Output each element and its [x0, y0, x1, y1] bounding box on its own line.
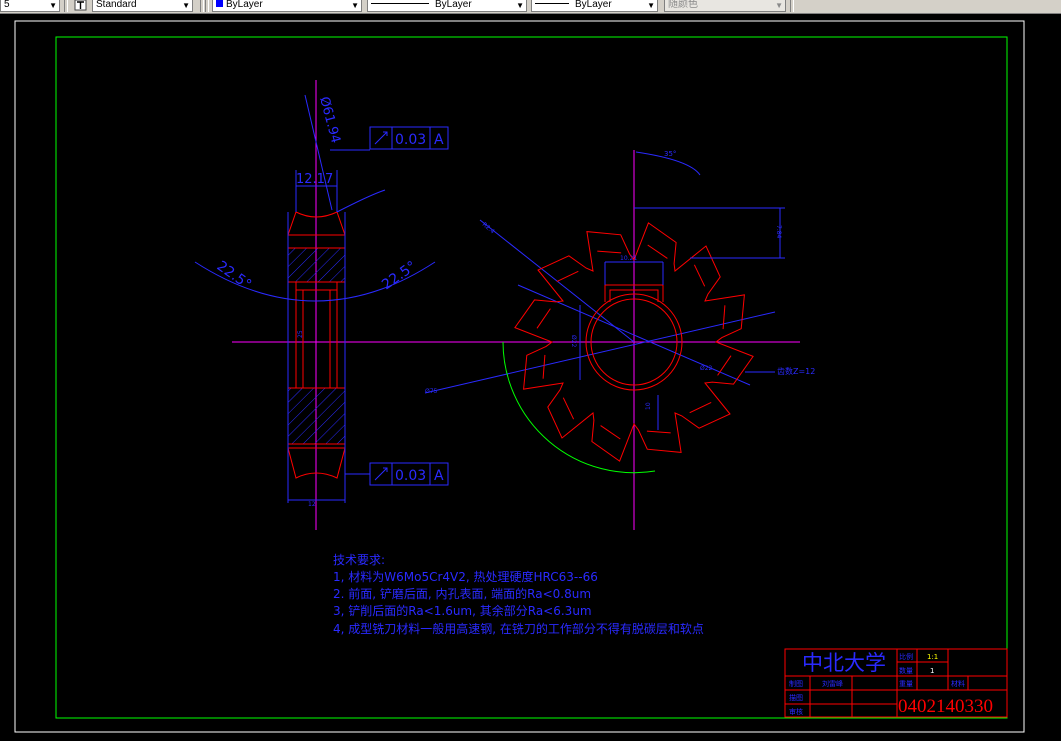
dim-bore: Ø22 — [570, 335, 577, 348]
color-swatch — [216, 0, 223, 7]
tooth-profile-line — [556, 270, 579, 283]
toolbar-separator — [200, 0, 204, 12]
tooth-profile-line — [717, 355, 732, 376]
toolbar-separator — [205, 0, 209, 12]
material-label: 材料 — [951, 679, 965, 688]
text-style-icon[interactable] — [74, 0, 87, 11]
dim-side: 7.84 — [775, 225, 782, 239]
scale-label: 比例 — [899, 652, 913, 661]
drawing-number: 0402140330 — [898, 696, 993, 717]
tolerance-frame-top: 0.03 A — [369, 126, 449, 150]
plotstyle-combo[interactable]: 随颜色 ▼ — [664, 0, 786, 12]
plotstyle-value: 随颜色 — [668, 0, 698, 10]
dim-diameter: Ø61.94 — [316, 95, 343, 145]
linetype-combo[interactable]: ByLayer ▼ — [367, 0, 527, 12]
tolerance-frame-bottom: 0.03 A — [369, 462, 449, 486]
dim-r-small: R2.4 — [481, 221, 496, 235]
check-label: 审核 — [789, 707, 803, 716]
chevron-down-icon[interactable]: ▼ — [182, 1, 190, 11]
dim-keyway-width: 10.21 — [620, 255, 637, 262]
color-combo[interactable]: ByLayer ▼ — [212, 0, 362, 12]
qty-label: 数量 — [899, 666, 913, 675]
front-view: 35° R2.4 10.21 7.84 Ø22 Ø22 Ø75 齿数Z=12 1… — [424, 150, 815, 530]
dim-bottom-width: 12 — [308, 501, 316, 508]
chevron-down-icon[interactable]: ▼ — [516, 1, 524, 11]
linetype-value: ByLayer — [435, 0, 472, 10]
dim-mid: 25 — [297, 330, 304, 338]
tooth-profile-line — [562, 397, 575, 420]
hatch-bottom — [287, 387, 346, 445]
hatch-top — [287, 247, 346, 283]
dim-teeth-count: 齿数Z=12 — [777, 366, 815, 376]
section-view: Ø61.94 12.17 22.5° 22.5° 12 25 0.03 A 0.… — [194, 80, 800, 530]
first-combo-value: 5 — [4, 0, 10, 10]
drawing-svg: Ø61.94 12.17 22.5° 22.5° 12 25 0.03 A 0.… — [14, 20, 1025, 733]
toolbar-separator — [64, 0, 68, 12]
weight-label: 重量 — [899, 680, 913, 688]
chevron-down-icon[interactable]: ▼ — [647, 1, 655, 11]
tooth-profile-line — [693, 264, 706, 287]
tooth-profile-line — [536, 308, 551, 329]
color-value: ByLayer — [226, 0, 263, 10]
drawn-label: 制图 — [789, 679, 803, 688]
tolerance-value: 0.03 — [395, 468, 426, 484]
notes-line-1: 1, 材料为W6Mo5Cr4V2, 热处理硬度HRC63--66 — [333, 569, 598, 584]
tooth-profile-line — [647, 244, 668, 259]
dim-angle-right: 22.5° — [379, 258, 419, 293]
school-name: 中北大学 — [802, 651, 886, 675]
design-label: 描图 — [789, 693, 803, 702]
lineweight-sample — [535, 3, 569, 4]
tooth-profile-line — [689, 401, 712, 414]
chevron-down-icon[interactable]: ▼ — [49, 1, 57, 11]
centerline-diagonal — [424, 311, 776, 394]
toolbar-separator — [790, 0, 794, 12]
properties-toolbar: 5 ▼ Standard ▼ ByLayer ▼ ByLayer ▼ ByLay… — [0, 0, 1061, 14]
technical-notes: 技术要求: 1, 材料为W6Mo5Cr4V2, 热处理硬度HRC63--66 2… — [333, 553, 704, 636]
runout-icon — [374, 467, 388, 481]
tooth-profile-line — [597, 250, 622, 254]
tooth-profile-line — [722, 305, 726, 330]
chevron-down-icon[interactable]: ▼ — [351, 1, 359, 11]
tooth-profile-line — [600, 425, 621, 440]
tooth-profile-line — [542, 354, 546, 379]
dim-outer: Ø75 — [425, 388, 438, 395]
runout-icon — [374, 131, 388, 145]
lineweight-value: ByLayer — [575, 0, 612, 10]
text-style-combo[interactable]: Standard ▼ — [92, 0, 193, 12]
notes-heading: 技术要求: — [333, 553, 385, 567]
lineweight-combo[interactable]: ByLayer ▼ — [531, 0, 658, 12]
dim-width-top: 12.17 — [296, 172, 333, 187]
notes-line-2: 2. 前面, 铲磨后面, 内孔表面, 端面的Ra<0.8um — [333, 586, 591, 601]
dim-hole: Ø22 — [700, 365, 713, 372]
tolerance-datum: A — [434, 468, 444, 484]
qty-value: 1 — [930, 667, 934, 675]
drawn-name: 刘雷峰 — [822, 679, 843, 688]
tooth-profile-line — [646, 430, 671, 434]
chevron-down-icon[interactable]: ▼ — [775, 1, 783, 11]
tolerance-value: 0.03 — [395, 132, 426, 148]
text-style-value: Standard — [96, 0, 137, 10]
dim-center-height: 10 — [645, 402, 652, 410]
drawing-canvas[interactable]: Ø61.94 12.17 22.5° 22.5° 12 25 0.03 A 0.… — [0, 14, 1061, 741]
dim-arc — [336, 189, 386, 213]
notes-line-4: 4, 成型铣刀材料一般用高速钢, 在铣刀的工作部分不得有脱碳层和软点 — [333, 621, 704, 636]
scale-value: 1:1 — [927, 653, 938, 661]
linetype-sample — [371, 3, 429, 4]
first-combo[interactable]: 5 ▼ — [0, 0, 60, 12]
tolerance-datum: A — [434, 132, 444, 148]
dim-front-angle: 35° — [664, 150, 676, 158]
dim-angle-left: 22.5° — [214, 258, 254, 293]
notes-line-3: 3, 铲削后面的Ra<1.6um, 其余部分Ra<6.3um — [333, 603, 592, 618]
